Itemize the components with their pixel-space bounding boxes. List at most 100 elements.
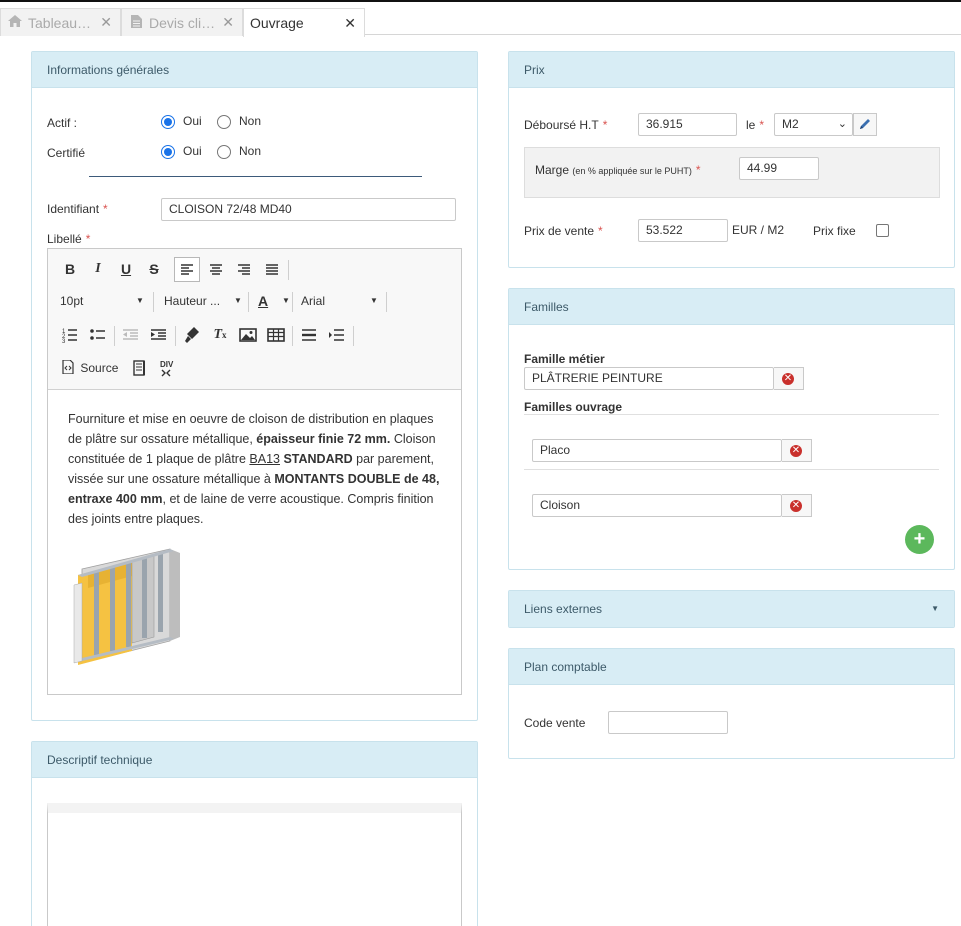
radio-label: Non xyxy=(239,114,262,128)
close-icon[interactable]: ✕ xyxy=(344,15,356,32)
panel-liens[interactable]: Liens externes ▼ xyxy=(508,590,955,628)
famille-ouvrage-input[interactable]: Placo xyxy=(532,439,782,462)
marge-box: Marge (en % appliquée sur le PUHT) * 44.9… xyxy=(524,147,940,198)
remove-famille-metier-button[interactable]: ✕ xyxy=(774,367,804,390)
close-icon: ✕ xyxy=(790,500,802,512)
panel-title[interactable]: Liens externes ▼ xyxy=(509,591,954,627)
chevron-down-icon: ▼ xyxy=(234,296,242,305)
italic-icon[interactable]: I xyxy=(88,258,108,282)
actif-oui-radio[interactable] xyxy=(161,115,175,129)
align-justify-icon[interactable] xyxy=(260,259,284,283)
font-family-select[interactable]: Arial ▼ xyxy=(301,290,381,314)
separator xyxy=(114,326,115,346)
tab-label: Devis cli… xyxy=(149,14,216,31)
debourse-label: Déboursé H.T * xyxy=(524,118,608,132)
prix-fixe-checkbox[interactable] xyxy=(876,224,889,237)
source-icon xyxy=(62,359,74,375)
edit-unit-button[interactable] xyxy=(853,113,877,136)
panel-descriptif: Descriptif technique xyxy=(31,741,478,926)
bullet-list-icon[interactable] xyxy=(88,324,108,348)
table-icon[interactable] xyxy=(265,324,287,348)
divider xyxy=(524,469,939,470)
clear-format-icon[interactable]: Tx xyxy=(209,324,231,348)
indent-icon[interactable] xyxy=(148,324,170,348)
underline-icon[interactable]: U xyxy=(116,258,136,282)
tab-label: Tableau… xyxy=(28,14,92,31)
familles-ouvrage-label: Familles ouvrage xyxy=(524,400,623,414)
outdent-icon[interactable] xyxy=(120,324,142,348)
close-icon[interactable]: ✕ xyxy=(222,14,234,31)
chevron-down-icon: ▼ xyxy=(282,296,290,305)
editor-toolbar: B I U S 10pt ▼ Hauteur ... ▼ A ▼ Arial ▼… xyxy=(48,249,461,390)
panel-title: Plan comptable xyxy=(509,649,954,685)
radio-label: Oui xyxy=(183,144,202,158)
tab-devis[interactable]: Devis cli… ✕ xyxy=(121,8,243,36)
line-height-icon[interactable] xyxy=(326,324,348,348)
caret-down-icon[interactable]: ▼ xyxy=(931,591,939,627)
svg-text:DIV: DIV xyxy=(160,360,174,369)
actif-non-radio[interactable] xyxy=(217,115,231,129)
editor-content[interactable]: Fourniture et mise en oeuvre de cloison … xyxy=(68,409,448,529)
tab-tableau[interactable]: Tableau… ✕ xyxy=(0,8,121,36)
separator xyxy=(292,292,293,312)
bold-icon[interactable]: B xyxy=(60,258,80,282)
certifie-oui-radio[interactable] xyxy=(161,145,175,159)
panel-prix: Prix Déboursé H.T * 36.915 le * M2 ⌄ Marge … xyxy=(508,51,955,268)
panel-plan-comptable: Plan comptable Code vente xyxy=(508,648,955,759)
marge-label: Marge (en % appliquée sur le PUHT) * xyxy=(535,163,701,177)
separator xyxy=(248,292,249,312)
panel-title: Informations générales xyxy=(32,52,477,88)
plus-icon: + xyxy=(913,528,926,550)
famille-ouvrage-input[interactable]: Cloison xyxy=(532,494,782,517)
panel-familles: Familles Famille métier PLÂTRERIE PEINTU… xyxy=(508,288,955,570)
separator xyxy=(292,326,293,346)
certifie-non-radio[interactable] xyxy=(217,145,231,159)
code-vente-input[interactable] xyxy=(608,711,728,734)
descriptif-editor[interactable] xyxy=(47,803,462,926)
align-left-icon[interactable] xyxy=(174,257,200,282)
remove-famille-ouvrage-button[interactable]: ✕ xyxy=(782,494,812,517)
line-height-select[interactable]: Hauteur ... ▼ xyxy=(164,290,244,314)
tab-ouvrage[interactable]: Ouvrage ✕ xyxy=(243,8,365,37)
debourse-input[interactable]: 36.915 xyxy=(638,113,737,136)
pencil-icon xyxy=(860,119,870,129)
chevron-down-icon: ▼ xyxy=(136,296,144,305)
close-icon[interactable]: ✕ xyxy=(100,14,112,31)
horizontal-rule-icon[interactable] xyxy=(298,324,320,348)
famille-metier-input[interactable]: PLÂTRERIE PEINTURE xyxy=(524,367,774,390)
identifiant-input[interactable]: CLOISON 72/48 MD40 xyxy=(161,198,456,221)
show-blocks-icon[interactable]: DIV xyxy=(156,357,178,381)
close-icon: ✕ xyxy=(782,373,794,385)
divider xyxy=(89,176,422,177)
font-size-select[interactable]: 10pt ▼ xyxy=(60,290,150,314)
le-label: le * xyxy=(746,118,765,132)
strikethrough-icon[interactable]: S xyxy=(144,258,164,282)
fullscreen-icon[interactable] xyxy=(128,357,150,381)
ordered-list-icon[interactable]: 123 xyxy=(60,324,80,348)
format-painter-icon[interactable] xyxy=(181,324,203,348)
panel-title: Descriptif technique xyxy=(32,742,477,778)
separator xyxy=(353,326,354,346)
radio-label: Non xyxy=(239,144,262,158)
image-icon[interactable] xyxy=(237,324,259,348)
align-center-icon[interactable] xyxy=(204,259,228,283)
marge-input[interactable]: 44.99 xyxy=(739,157,819,180)
unit-select[interactable]: M2 ⌄ xyxy=(774,113,853,136)
prix-vente-input[interactable]: 53.522 xyxy=(638,219,728,242)
chevron-down-icon: ▼ xyxy=(370,296,378,305)
tab-label: Ouvrage xyxy=(250,15,304,31)
svg-text:3: 3 xyxy=(62,339,66,345)
divider xyxy=(524,414,939,415)
text-color-button[interactable]: A ▼ xyxy=(258,290,292,314)
separator xyxy=(175,326,176,346)
panel-general: Informations générales Actif : Oui Non C… xyxy=(31,51,478,721)
source-button[interactable]: Source xyxy=(62,357,122,381)
document-icon xyxy=(127,14,145,31)
add-famille-button[interactable]: + xyxy=(905,525,934,554)
align-right-icon[interactable] xyxy=(232,259,256,283)
identifiant-label: Identifiant * xyxy=(47,202,108,216)
prix-vente-label: Prix de vente * xyxy=(524,224,603,238)
currency-unit: EUR / M2 xyxy=(732,223,785,237)
remove-famille-ouvrage-button[interactable]: ✕ xyxy=(782,439,812,462)
prix-fixe-label: Prix fixe xyxy=(813,224,856,238)
